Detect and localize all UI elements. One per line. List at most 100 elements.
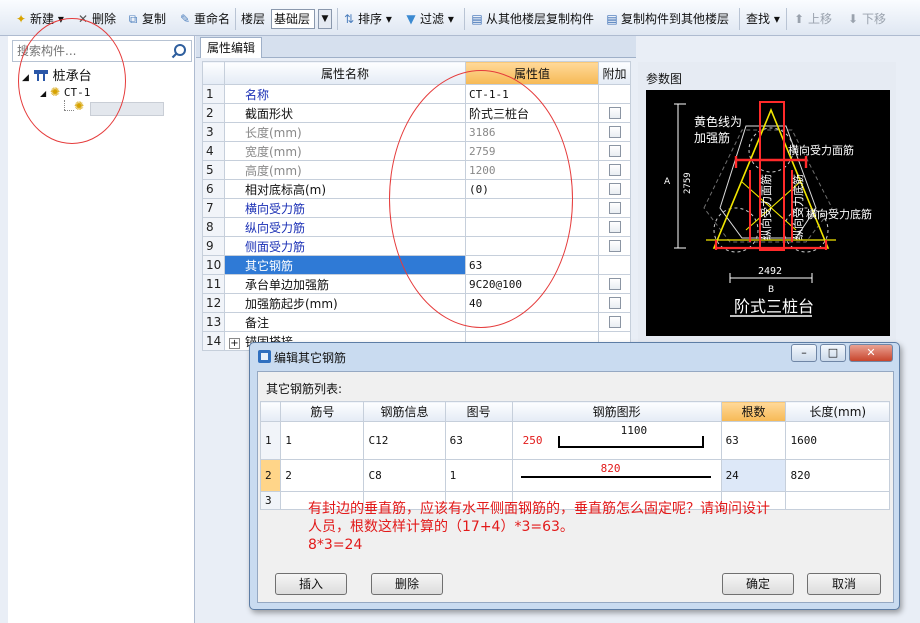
filter-button[interactable]: ▼ 过滤 ▾ bbox=[404, 9, 453, 29]
new-button[interactable]: ✦ 新建 ▾ bbox=[14, 9, 64, 29]
table-row[interactable]: 13 备注 bbox=[202, 312, 631, 332]
extra-checkbox[interactable] bbox=[608, 164, 621, 176]
copy-button[interactable]: ⧉ 复制 bbox=[126, 9, 166, 29]
rebar-info-cell[interactable]: C12 bbox=[363, 421, 446, 460]
insert-button[interactable]: 插入 bbox=[275, 573, 347, 595]
extra-checkbox[interactable] bbox=[608, 221, 621, 233]
search-input[interactable] bbox=[15, 42, 167, 60]
move-down-button[interactable]: ⬇ 下移 bbox=[846, 9, 886, 29]
table-row[interactable]: 11 承台单边加强筋 9C20@100 bbox=[202, 274, 631, 294]
property-value[interactable]: 63 bbox=[465, 255, 599, 275]
property-name: 高度(mm) bbox=[224, 160, 466, 180]
table-row[interactable]: 8 纵向受力筋 bbox=[202, 217, 631, 237]
property-value[interactable]: 3186 bbox=[465, 122, 599, 142]
count-cell[interactable]: 63 bbox=[720, 421, 787, 460]
diagram-title: 参数图 bbox=[646, 72, 683, 86]
figure-no-cell[interactable]: 1 bbox=[444, 459, 513, 492]
property-value[interactable] bbox=[465, 217, 599, 237]
copy-to-other-floor-button[interactable]: ▤ 复制构件到其他楼层 bbox=[605, 9, 729, 29]
floor-select[interactable]: 基础层 bbox=[271, 9, 315, 29]
delete-row-button[interactable]: 删除 bbox=[371, 573, 443, 595]
length-cell[interactable]: 1600 bbox=[785, 421, 890, 460]
header-rebar-shape[interactable]: 钢筋图形 bbox=[511, 401, 722, 422]
extra-checkbox[interactable] bbox=[608, 278, 621, 290]
row-number: 2 bbox=[259, 459, 282, 492]
copy-from-other-floor-button[interactable]: ▤ 从其他楼层复制构件 bbox=[470, 9, 594, 29]
header-rebar-info[interactable]: 钢筋信息 bbox=[363, 401, 446, 422]
header-length[interactable]: 长度(mm) bbox=[785, 401, 890, 422]
property-grid: 属性名称 属性值 附加 1 名称 CT-1-1 2 截面形状 阶式三桩台 3 长… bbox=[202, 61, 631, 351]
extra-checkbox[interactable] bbox=[608, 316, 621, 328]
table-row[interactable]: 7 横向受力筋 bbox=[202, 198, 631, 218]
grid-header-name[interactable]: 属性名称 bbox=[224, 61, 466, 85]
property-value[interactable] bbox=[465, 198, 599, 218]
grid-header-value[interactable]: 属性值 bbox=[465, 61, 599, 85]
extra-cell bbox=[598, 179, 631, 199]
property-value[interactable] bbox=[465, 312, 599, 332]
property-value[interactable]: CT-1-1 bbox=[465, 84, 599, 104]
floor-dropdown-button[interactable]: ▼ bbox=[318, 9, 332, 29]
property-value[interactable]: (0) bbox=[465, 179, 599, 199]
delete-button[interactable]: ✕ 删除 bbox=[76, 9, 116, 29]
extra-cell bbox=[598, 122, 631, 142]
rebar-info-cell[interactable]: C8 bbox=[363, 459, 446, 492]
property-value[interactable]: 阶式三桩台 bbox=[465, 103, 599, 123]
extra-checkbox[interactable] bbox=[608, 145, 621, 157]
gear-icon: ✺ bbox=[74, 99, 85, 113]
chevron-down-icon: ▼ bbox=[321, 14, 329, 24]
tab-property-edit[interactable]: 属性编辑 bbox=[200, 37, 263, 58]
rename-button[interactable]: ✎ 重命名 bbox=[178, 9, 230, 29]
table-row[interactable]: 9 侧面受力筋 bbox=[202, 236, 631, 256]
table-row[interactable]: 6 相对底标高(m) (0) bbox=[202, 179, 631, 199]
property-name: 名称 bbox=[224, 84, 466, 104]
minimize-button[interactable]: – bbox=[791, 344, 817, 362]
table-row[interactable]: 12 加强筋起步(mm) 40 bbox=[202, 293, 631, 313]
property-value[interactable]: 2759 bbox=[465, 141, 599, 161]
expand-plus-icon[interactable]: + bbox=[229, 337, 240, 349]
extra-checkbox[interactable] bbox=[608, 202, 621, 214]
rebar-shape-cell[interactable]: 820 bbox=[511, 459, 722, 492]
table-row[interactable]: 3 长度(mm) 3186 bbox=[202, 122, 631, 142]
figure-no-cell[interactable]: 63 bbox=[444, 421, 513, 460]
rebar-shape-cell[interactable]: 250 1100 bbox=[511, 421, 722, 460]
search-icon[interactable] bbox=[171, 42, 187, 60]
find-button[interactable]: 查找 ▾ bbox=[746, 9, 780, 29]
tree-child-node[interactable]: ◢ ✺ CT-1 bbox=[40, 84, 90, 100]
move-up-button[interactable]: ⬆ 上移 bbox=[792, 9, 832, 29]
close-button[interactable]: ✕ bbox=[849, 344, 893, 362]
table-row[interactable]: 5 高度(mm) 1200 bbox=[202, 160, 631, 180]
header-count[interactable]: 根数 bbox=[720, 401, 787, 422]
maximize-button[interactable]: □ bbox=[820, 344, 846, 362]
property-value[interactable]: 40 bbox=[465, 293, 599, 313]
grid-header-extra[interactable]: 附加 bbox=[598, 61, 631, 85]
label-bottom-bars: 横向受力底筋 bbox=[806, 207, 872, 221]
table-row-selected[interactable]: 10 其它钢筋 63 bbox=[202, 255, 631, 275]
extra-cell bbox=[598, 293, 631, 313]
extra-checkbox[interactable] bbox=[608, 126, 621, 138]
header-bar-no[interactable]: 筋号 bbox=[280, 401, 365, 422]
table-row[interactable]: 2 截面形状 阶式三桩台 bbox=[202, 103, 631, 123]
bar-no-cell[interactable]: 2 bbox=[280, 459, 365, 492]
table-row-selected[interactable]: 2 2 C8 1 820 24 820 bbox=[259, 459, 890, 492]
property-value[interactable] bbox=[465, 236, 599, 256]
ok-button[interactable]: 确定 bbox=[722, 573, 794, 595]
table-row[interactable]: 4 宽度(mm) 2759 bbox=[202, 141, 631, 161]
header-figure-no[interactable]: 图号 bbox=[444, 401, 513, 422]
table-row[interactable]: 1 1 C12 63 250 1100 63 1600 bbox=[259, 421, 890, 460]
extra-checkbox[interactable] bbox=[608, 183, 621, 195]
sort-button[interactable]: ⇅ 排序 ▾ bbox=[342, 9, 392, 29]
count-cell[interactable]: 24 bbox=[720, 459, 787, 492]
table-row[interactable]: 1 名称 CT-1-1 bbox=[202, 84, 631, 104]
extra-checkbox[interactable] bbox=[608, 107, 621, 119]
tree-root-node[interactable]: ◢ 桩承台 bbox=[22, 68, 92, 84]
property-tab-strip: 属性编辑 bbox=[196, 36, 636, 58]
property-value[interactable]: 9C20@100 bbox=[465, 274, 599, 294]
property-value[interactable]: 1200 bbox=[465, 160, 599, 180]
extra-checkbox[interactable] bbox=[608, 297, 621, 309]
bar-no-cell[interactable]: 1 bbox=[280, 421, 365, 460]
property-name: 相对底标高(m) bbox=[224, 179, 466, 199]
tree-selected-item[interactable] bbox=[90, 102, 164, 116]
extra-checkbox[interactable] bbox=[608, 240, 621, 252]
length-cell[interactable]: 820 bbox=[785, 459, 890, 492]
cancel-button[interactable]: 取消 bbox=[807, 573, 881, 595]
